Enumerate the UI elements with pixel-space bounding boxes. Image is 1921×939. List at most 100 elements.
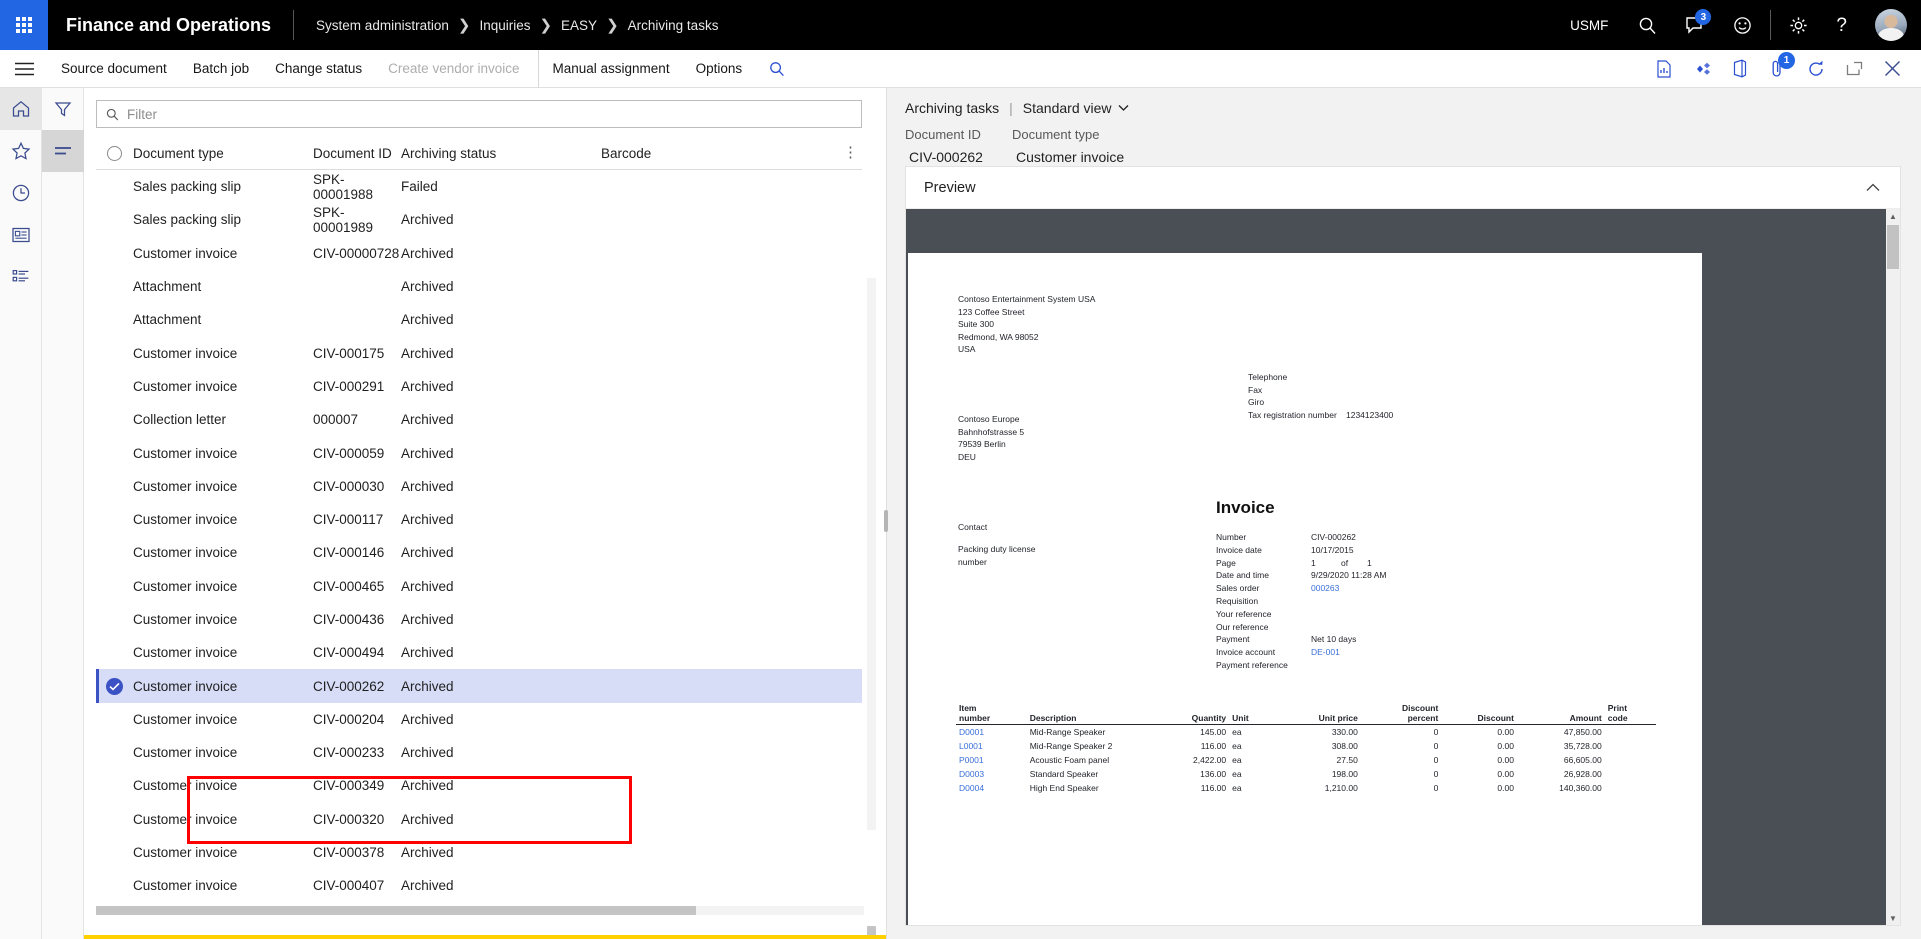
scroll-down-arrow-icon[interactable]: ▼ <box>1886 911 1900 925</box>
table-row[interactable]: Customer invoice CIV-000233 Archived <box>96 736 862 769</box>
tab-source-document[interactable]: Source document <box>48 50 180 88</box>
help-icon[interactable]: ? <box>1822 0 1861 50</box>
tab-batch-job[interactable]: Batch job <box>180 50 262 88</box>
cell-amount: 35,728.00 <box>1563 741 1602 751</box>
scroll-up-arrow-icon[interactable]: ▲ <box>1886 209 1900 223</box>
breadcrumb-item-easy[interactable]: EASY <box>561 18 597 33</box>
nav-modules-list-icon[interactable] <box>0 256 42 298</box>
company-selector[interactable]: USMF <box>1554 18 1624 33</box>
table-row[interactable]: Customer invoice CIV-000030 Archived <box>96 470 862 503</box>
table-row[interactable]: Customer invoice CIV-000204 Archived <box>96 703 862 736</box>
meta-value-invoice-account-link[interactable]: DE-001 <box>1311 646 1340 659</box>
grid-options-icon[interactable]: ⋮ <box>843 145 858 160</box>
document-viewer-scrollbar-thumb[interactable] <box>1887 225 1899 269</box>
cell-print-code <box>1605 739 1656 753</box>
tab-options[interactable]: Options <box>683 50 756 88</box>
breadcrumb-item-inquiries[interactable]: Inquiries <box>479 18 530 33</box>
list-vertical-scrollbar-track[interactable] <box>867 278 876 830</box>
document-viewer-scrollbar-track[interactable]: ▲ ▼ <box>1886 209 1900 925</box>
column-header-barcode[interactable]: Barcode <box>601 146 862 161</box>
refresh-icon[interactable] <box>1797 50 1835 88</box>
action-pane-search-icon[interactable] <box>755 61 799 77</box>
settings-gear-icon[interactable] <box>1775 0 1822 50</box>
cell-item-number[interactable]: P0001 <box>956 753 1027 767</box>
table-row[interactable]: Sales packing slip SPK-00001988 Failed <box>96 170 862 203</box>
top-banner: Finance and Operations System administra… <box>0 0 1921 50</box>
table-row[interactable]: Customer invoice CIV-000291 Archived <box>96 370 862 403</box>
column-header-archiving-status[interactable]: Archiving status <box>401 146 601 161</box>
cell-item-number[interactable]: D0004 <box>956 781 1027 795</box>
row-select-cell[interactable] <box>96 677 133 695</box>
tab-manual-assignment[interactable]: Manual assignment <box>537 49 683 88</box>
power-apps-icon[interactable] <box>1683 50 1721 88</box>
action-pane: Source document Batch job Change status … <box>0 49 1921 88</box>
close-icon[interactable] <box>1873 50 1911 88</box>
app-launcher-waffle-button[interactable] <box>0 0 48 50</box>
detail-page-title[interactable]: Archiving tasks <box>905 100 999 116</box>
report-icon[interactable] <box>1645 50 1683 88</box>
chevron-up-icon[interactable] <box>1866 180 1880 196</box>
user-avatar-image <box>1875 9 1907 41</box>
table-row[interactable]: Customer invoice CIV-00000728 Archived <box>96 237 862 270</box>
search-icon[interactable] <box>1624 0 1671 50</box>
tab-change-status[interactable]: Change status <box>262 50 375 88</box>
table-row[interactable]: Collection letter 000007 Archived <box>96 403 862 436</box>
table-row[interactable]: Customer invoice CIV-000059 Archived <box>96 436 862 469</box>
office-icon[interactable] <box>1721 50 1759 88</box>
cell-item-number[interactable]: D0001 <box>956 725 1027 740</box>
nav-workspaces-icon[interactable] <box>0 214 42 256</box>
meta-row: Number CIV-000262 <box>1216 531 1386 544</box>
table-row[interactable]: Customer invoice CIV-000262 Archived <box>96 669 862 704</box>
notifications-icon[interactable]: 3 <box>1671 0 1719 50</box>
avatar[interactable] <box>1861 0 1921 50</box>
breadcrumb-item-archiving-tasks[interactable]: Archiving tasks <box>628 18 719 33</box>
row-selected-check-icon[interactable] <box>106 677 123 695</box>
nav-recent-clock-icon[interactable] <box>0 172 42 214</box>
cell-archiving-status: Archived <box>401 312 454 328</box>
filter-box[interactable] <box>96 100 862 128</box>
list-horizontal-scrollbar-thumb[interactable] <box>96 906 696 915</box>
table-row[interactable]: Customer invoice CIV-000320 Archived <box>96 803 862 836</box>
banner-tool-divider <box>1770 10 1772 40</box>
meta-value-sales-order-link[interactable]: 000263 <box>1311 582 1339 595</box>
cell-unit-price: 308.00 <box>1331 741 1358 751</box>
view-selector[interactable]: Standard view <box>1023 100 1129 116</box>
popout-icon[interactable] <box>1835 50 1873 88</box>
cell-document-type: Customer invoice <box>133 678 238 694</box>
cell-document-type: Customer invoice <box>133 578 238 594</box>
select-all-ring-icon[interactable] <box>107 146 122 161</box>
table-row[interactable]: Customer invoice CIV-000407 Archived <box>96 869 862 902</box>
meta-row: Payment Net 10 days <box>1216 633 1386 646</box>
table-row[interactable]: Customer invoice CIV-000494 Archived <box>96 636 862 669</box>
breadcrumb: System administration ❯ Inquiries ❯ EASY… <box>294 18 718 33</box>
cell-discount-percent: 0 <box>1433 755 1439 765</box>
table-row[interactable]: Customer invoice CIV-000146 Archived <box>96 536 862 569</box>
preview-header[interactable]: Preview <box>906 167 1900 209</box>
filter-funnel-icon[interactable] <box>42 88 84 130</box>
cell-item-number[interactable]: L0001 <box>956 739 1027 753</box>
invoice-line-row: D0003 Standard Speaker 136.00 ea 198.00 0 0.00… <box>956 767 1656 781</box>
invoice-lines-body: D0001 Mid-Range Speaker 145.00 ea 330.00 0 0.0… <box>956 725 1656 796</box>
table-row[interactable]: Customer invoice CIV-000117 Archived <box>96 503 862 536</box>
select-all-cell[interactable] <box>96 146 133 161</box>
table-row[interactable]: Attachment Archived <box>96 270 862 303</box>
table-row[interactable]: Attachment Archived <box>96 303 862 336</box>
table-row[interactable]: Customer invoice CIV-000378 Archived <box>96 836 862 869</box>
table-row[interactable]: Customer invoice CIV-000349 Archived <box>96 769 862 802</box>
breadcrumb-item-system-administration[interactable]: System administration <box>316 18 449 33</box>
table-row[interactable]: Customer invoice CIV-000436 Archived <box>96 603 862 636</box>
feedback-smiley-icon[interactable] <box>1719 0 1766 50</box>
column-header-document-id[interactable]: Document ID <box>313 146 401 161</box>
nav-favorites-star-icon[interactable] <box>0 130 42 172</box>
pane-splitter-handle[interactable] <box>884 510 888 532</box>
table-row[interactable]: Customer invoice CIV-000175 Archived <box>96 336 862 369</box>
attachments-icon[interactable]: 1 <box>1759 50 1797 88</box>
column-header-document-type[interactable]: Document type <box>133 146 313 161</box>
table-row[interactable]: Sales packing slip SPK-00001989 Archived <box>96 203 862 236</box>
hamburger-menu-icon[interactable] <box>0 50 48 88</box>
nav-home-icon[interactable] <box>0 88 42 130</box>
cell-item-number[interactable]: D0003 <box>956 767 1027 781</box>
table-row[interactable]: Customer invoice CIV-000465 Archived <box>96 570 862 603</box>
list-lines-icon[interactable] <box>42 130 84 172</box>
search-input[interactable] <box>127 106 852 122</box>
